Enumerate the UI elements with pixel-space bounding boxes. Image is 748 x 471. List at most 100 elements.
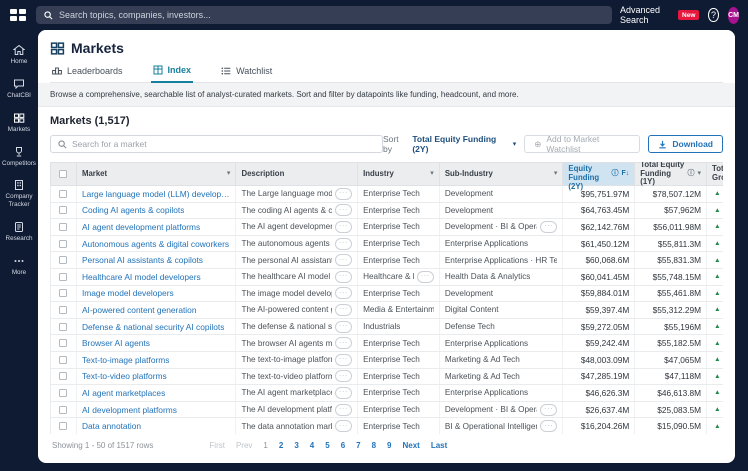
sidebar-item-markets[interactable]: Markets — [0, 106, 38, 140]
help-icon[interactable]: ? — [708, 8, 718, 22]
add-to-watchlist-button[interactable]: ⊕ Add to Market Watchlist — [524, 135, 640, 153]
advanced-search-link[interactable]: Advanced Search — [620, 5, 669, 25]
market-link[interactable]: Text-to-image platforms — [82, 355, 170, 365]
market-link[interactable]: AI agent marketplaces — [82, 388, 165, 398]
more-ellipsis-icon[interactable]: ··· — [335, 404, 352, 416]
tab-watchlist[interactable]: Watchlist — [219, 65, 274, 82]
info-icon[interactable]: ⓘ — [688, 170, 695, 178]
row-checkbox[interactable] — [59, 289, 67, 297]
table-row[interactable]: Data annotation The data annotation mark… — [50, 418, 723, 434]
more-ellipsis-icon[interactable]: ··· — [335, 238, 352, 250]
select-all-checkbox[interactable] — [59, 170, 67, 178]
more-ellipsis-icon[interactable]: ··· — [335, 254, 352, 266]
pagination-first[interactable]: First — [209, 441, 225, 450]
pagination-last[interactable]: Last — [431, 441, 447, 450]
row-checkbox[interactable] — [59, 406, 67, 414]
sidebar-item-research[interactable]: Research — [0, 215, 38, 249]
market-link[interactable]: Coding AI agents & copilots — [82, 205, 184, 215]
info-icon[interactable]: ⓘ — [611, 170, 618, 178]
sort-by-dropdown[interactable]: Sort by Total Equity Funding (2Y) ▾ — [383, 134, 516, 154]
sort-desc-icon[interactable]: F↓ — [621, 170, 629, 178]
column-header-industry[interactable]: Industry▾ — [358, 163, 440, 185]
filter-dropdown-icon[interactable]: ▾ — [698, 170, 702, 178]
market-link[interactable]: Personal AI assistants & copilots — [82, 255, 203, 265]
row-checkbox[interactable] — [59, 389, 67, 397]
row-checkbox[interactable] — [59, 356, 67, 364]
column-header-growth[interactable]: Total Growth — [707, 163, 723, 185]
sidebar-item-chatcbi[interactable]: ChatCBI — [0, 72, 38, 106]
pagination-prev[interactable]: Prev — [236, 441, 252, 450]
table-row[interactable]: AI agent development platforms The AI ag… — [50, 219, 723, 236]
tab-leaderboards[interactable]: Leaderboards — [50, 65, 125, 82]
market-link[interactable]: Browser AI agents — [82, 338, 150, 348]
column-header-funding-1y[interactable]: Total Equity Funding (1Y)ⓘ▾ — [635, 163, 707, 185]
sidebar-item-company-tracker[interactable]: Company Tracker — [0, 173, 38, 215]
filter-dropdown-icon[interactable]: ▾ — [227, 170, 231, 178]
more-ellipsis-icon[interactable]: ··· — [335, 387, 352, 399]
column-header-sub-industry[interactable]: Sub-Industry▾ — [440, 163, 564, 185]
table-row[interactable]: AI agent marketplaces The AI agent marke… — [50, 385, 723, 402]
sidebar-item-competitors[interactable]: Competitors — [0, 140, 38, 174]
global-search-input[interactable]: Search topics, companies, investors... — [36, 6, 612, 24]
row-checkbox[interactable] — [59, 323, 67, 331]
row-checkbox[interactable] — [59, 273, 67, 281]
filter-dropdown-icon[interactable]: ▾ — [430, 170, 434, 178]
pagination-page-4[interactable]: 4 — [310, 441, 314, 450]
row-checkbox[interactable] — [59, 339, 67, 347]
tab-index[interactable]: Index — [151, 65, 194, 83]
pagination-next[interactable]: Next — [403, 441, 420, 450]
row-checkbox[interactable] — [59, 190, 67, 198]
more-ellipsis-icon[interactable]: ··· — [417, 271, 434, 283]
pagination-page-2[interactable]: 2 — [279, 441, 283, 450]
table-row[interactable]: Browser AI agents The browser AI agents … — [50, 335, 723, 352]
pagination-page-3[interactable]: 3 — [294, 441, 298, 450]
sidebar-item-more[interactable]: More — [0, 249, 38, 283]
table-row[interactable]: Text-to-video platforms The text-to-vide… — [50, 369, 723, 386]
column-header-description[interactable]: Description — [236, 163, 358, 185]
column-header-market[interactable]: Market▾ — [77, 163, 236, 185]
table-row[interactable]: Autonomous agents & digital coworkers Th… — [50, 236, 723, 253]
more-ellipsis-icon[interactable]: ··· — [335, 420, 352, 432]
sidebar-item-home[interactable]: Home — [0, 38, 38, 72]
table-row[interactable]: Image model developers The image model d… — [50, 286, 723, 303]
table-row[interactable]: AI development platforms The AI developm… — [50, 402, 723, 419]
more-ellipsis-icon[interactable]: ··· — [540, 221, 557, 233]
more-ellipsis-icon[interactable]: ··· — [335, 221, 352, 233]
market-link[interactable]: Defense & national security AI copilots — [82, 322, 224, 332]
table-row[interactable]: Coding AI agents & copilots The coding A… — [50, 203, 723, 220]
market-link[interactable]: Data annotation — [82, 421, 141, 431]
table-row[interactable]: Healthcare AI model developers The healt… — [50, 269, 723, 286]
pagination-page-6[interactable]: 6 — [341, 441, 345, 450]
table-row[interactable]: Large language model (LLM) developers Th… — [50, 186, 723, 203]
filter-dropdown-icon[interactable]: ▾ — [554, 170, 558, 178]
more-ellipsis-icon[interactable]: ··· — [335, 321, 352, 333]
avatar[interactable]: CM — [728, 7, 740, 24]
row-checkbox[interactable] — [59, 256, 67, 264]
market-link[interactable]: Large language model (LLM) developers — [82, 189, 231, 199]
market-link[interactable]: Autonomous agents & digital coworkers — [82, 239, 229, 249]
market-link[interactable]: Text-to-video platforms — [82, 371, 167, 381]
row-checkbox[interactable] — [59, 240, 67, 248]
more-ellipsis-icon[interactable]: ··· — [335, 188, 352, 200]
download-button[interactable]: Download — [648, 135, 723, 153]
more-ellipsis-icon[interactable]: ··· — [335, 354, 352, 366]
market-link[interactable]: Image model developers — [82, 288, 174, 298]
column-header-funding-2y[interactable]: Total Equity Funding (2Y)ⓘF↓ — [563, 163, 635, 185]
table-row[interactable]: AI-powered content generation The AI-pow… — [50, 302, 723, 319]
more-ellipsis-icon[interactable]: ··· — [335, 304, 352, 316]
cbinsights-logo[interactable] — [8, 5, 28, 25]
market-search-input[interactable]: Search for a market — [50, 135, 383, 153]
market-link[interactable]: AI development platforms — [82, 405, 177, 415]
table-row[interactable]: Text-to-image platforms The text-to-imag… — [50, 352, 723, 369]
table-row[interactable]: Personal AI assistants & copilots The pe… — [50, 252, 723, 269]
market-link[interactable]: AI-powered content generation — [82, 305, 197, 315]
pagination-page-1[interactable]: 1 — [263, 441, 267, 450]
more-ellipsis-icon[interactable]: ··· — [335, 337, 352, 349]
more-ellipsis-icon[interactable]: ··· — [335, 287, 352, 299]
more-ellipsis-icon[interactable]: ··· — [335, 204, 352, 216]
more-ellipsis-icon[interactable]: ··· — [540, 420, 557, 432]
row-checkbox[interactable] — [59, 206, 67, 214]
more-ellipsis-icon[interactable]: ··· — [335, 271, 352, 283]
table-row[interactable]: Defense & national security AI copilots … — [50, 319, 723, 336]
market-link[interactable]: Healthcare AI model developers — [82, 272, 201, 282]
